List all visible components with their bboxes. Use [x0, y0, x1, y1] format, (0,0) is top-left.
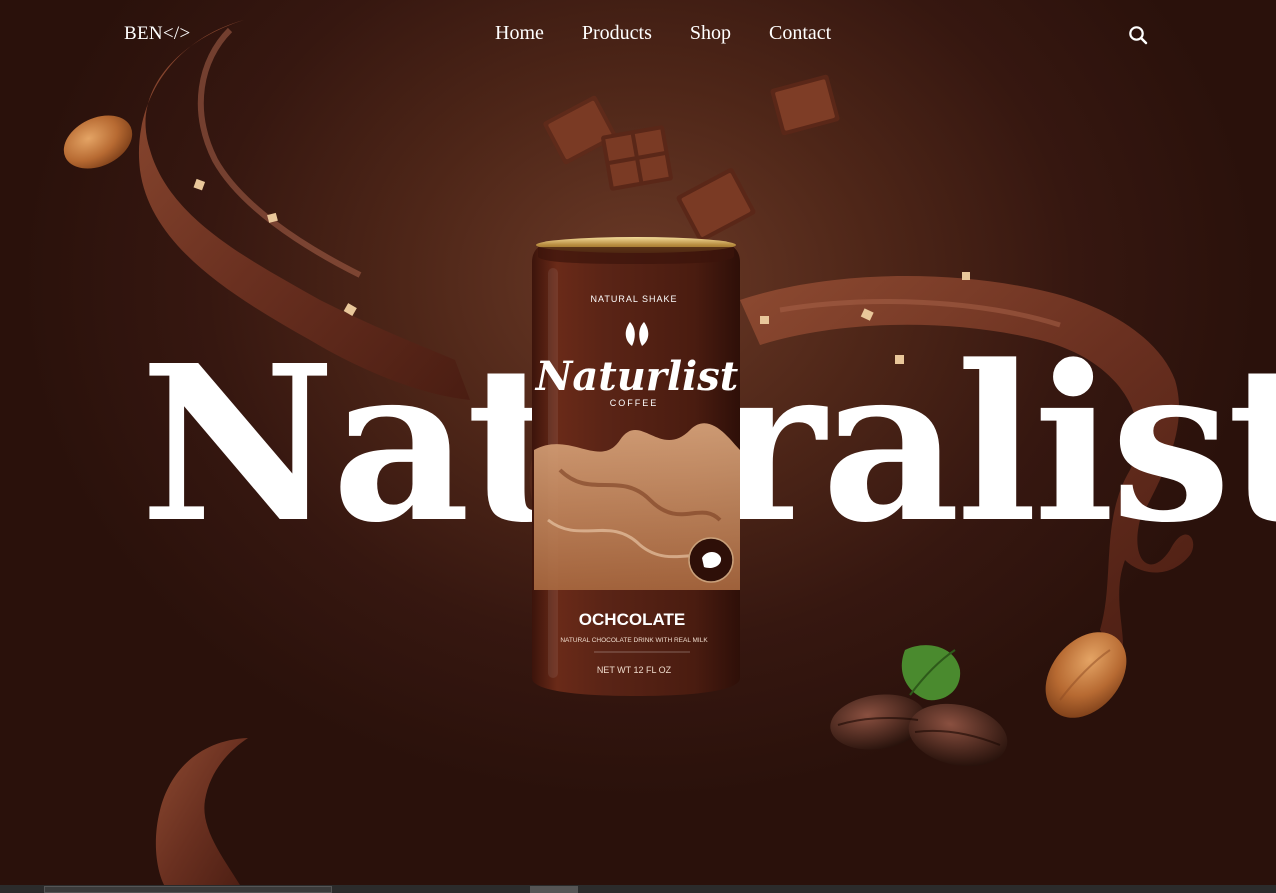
main-menu: Home Products Shop Contact [495, 22, 831, 45]
can-tagline: COFFEE [610, 398, 659, 408]
product-illustration: NATURAL SHAKE Naturlist COFFEE OCHCOLATE… [532, 237, 1008, 767]
site-logo[interactable]: BEN</> [124, 23, 191, 45]
can-bottom-text: NET WT 12 FL OZ [597, 665, 672, 675]
scrollbar-thumb-center[interactable] [530, 886, 578, 893]
product-can[interactable]: NATURAL SHAKE Naturlist COFFEE OCHCOLATE… [532, 237, 740, 696]
can-flavor: OCHCOLATE [579, 610, 685, 629]
can-top-text: NATURAL SHAKE [590, 294, 677, 304]
search-icon[interactable] [1128, 25, 1148, 45]
nav-link-home[interactable]: Home [495, 22, 544, 45]
cocoa-beans [830, 645, 1008, 767]
nav-link-shop[interactable]: Shop [690, 22, 731, 45]
top-navigation: BEN</> Home Products Shop Contact [0, 0, 1276, 70]
bottom-scrollbar[interactable] [0, 885, 1276, 893]
nav-link-products[interactable]: Products [582, 22, 652, 45]
can-small-text: NATURAL CHOCOLATE DRINK WITH REAL MILK [560, 637, 708, 644]
hero-section: BEN</> Home Products Shop Contact Natura… [0, 0, 1276, 893]
nav-link-contact[interactable]: Contact [769, 22, 831, 45]
can-brand: Naturlist [534, 353, 739, 400]
scrollbar-thumb-left[interactable] [44, 886, 332, 893]
